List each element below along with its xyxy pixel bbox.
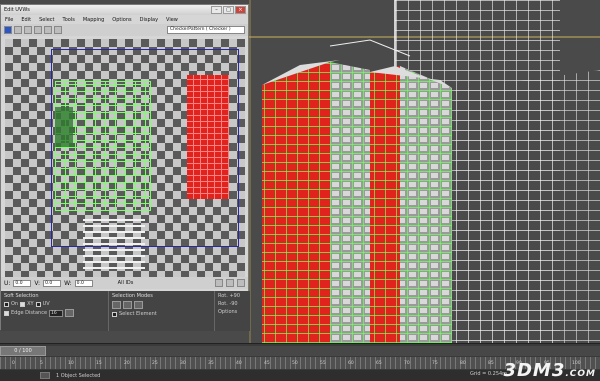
soft-on-label: On (11, 301, 19, 307)
w-label: W: (64, 279, 72, 287)
zoom-icon[interactable] (226, 279, 234, 287)
time-tick-label: 70 (404, 361, 410, 366)
menu-mapping[interactable]: Mapping (83, 17, 104, 23)
close-button[interactable]: × (235, 6, 246, 14)
time-slider-thumb[interactable]: 0 / 100 (0, 346, 46, 356)
time-slider-track[interactable]: 0 / 100 (0, 346, 600, 356)
time-tick-label: 50 (292, 361, 298, 366)
selection-modes-title: Selection Modes (112, 293, 153, 299)
time-tick-label: 85 (488, 361, 494, 366)
selection-modes-panel: Selection Modes Select Element (109, 291, 215, 331)
time-tick-label: 15 (96, 361, 102, 366)
rot-minus-button[interactable]: Rot. -90 (218, 301, 238, 307)
u-label: U: (4, 279, 11, 287)
face-mode-icon[interactable] (134, 301, 143, 309)
menu-display[interactable]: Display (140, 17, 158, 23)
zoom-extents-icon[interactable] (237, 279, 245, 287)
pan-icon[interactable] (215, 279, 223, 287)
time-tick-label: 25 (152, 361, 158, 366)
time-tick-label: 35 (208, 361, 214, 366)
grid-readout: Grid = 0.254m (470, 371, 508, 377)
time-tick-label: 10 (68, 361, 74, 366)
window-title: Edit UVWs (4, 7, 30, 13)
menu-view[interactable]: View (166, 17, 178, 23)
ids-dropdown[interactable]: All IDs (118, 280, 134, 286)
time-tick-label: 55 (320, 361, 326, 366)
time-tick-label: 20 (124, 361, 130, 366)
uv-view-icon[interactable] (54, 26, 62, 34)
tower-left (262, 60, 370, 343)
edge-distance-label: Edge Distance (11, 310, 48, 316)
menu-options[interactable]: Options (112, 17, 131, 23)
3d-viewport[interactable]: Edit UVWs – □ × File Edit Select Tools M… (0, 0, 600, 343)
uv-options-panels: Soft Selection On XY UV Edge Distance 16 (1, 291, 250, 331)
rot-plus-button[interactable]: Rot. +90 (218, 293, 240, 299)
uv-editor-canvas[interactable] (5, 39, 245, 277)
time-tick-label: 40 (236, 361, 242, 366)
v-field[interactable]: 0.0 (43, 279, 62, 287)
soft-selection-panel: Soft Selection On XY UV Edge Distance 16 (1, 291, 109, 331)
vertex-mode-icon[interactable] (112, 301, 121, 309)
window-titlebar[interactable]: Edit UVWs – □ × (1, 5, 248, 15)
minimize-button[interactable]: – (211, 6, 222, 14)
time-tick-label: 65 (376, 361, 382, 366)
falloff-icon[interactable] (65, 309, 75, 317)
xy-radio[interactable] (20, 301, 26, 307)
select-element-checkbox[interactable] (112, 311, 117, 317)
time-tick-label: 60 (348, 361, 354, 366)
move-icon[interactable] (4, 26, 12, 34)
v-label: V: (34, 279, 41, 287)
time-tick-label: 0 (12, 361, 15, 366)
freeform-icon[interactable] (34, 26, 42, 34)
xy-label: XY (27, 301, 34, 307)
uv-toolbar: CheckerPattern ( Checker ) (1, 24, 248, 36)
menu-edit[interactable]: Edit (21, 17, 31, 23)
soft-on-checkbox[interactable] (4, 301, 9, 307)
soft-selection-title: Soft Selection (4, 293, 39, 299)
uv-shell-red[interactable] (187, 75, 229, 199)
time-tick-label: 45 (264, 361, 270, 366)
selection-status: 1 Object Selected (56, 372, 101, 379)
maxscript-icon[interactable] (40, 372, 50, 379)
menu-file[interactable]: File (5, 17, 13, 23)
uv-radio[interactable] (35, 301, 41, 307)
uv-label: UV (42, 301, 50, 307)
timeline: 0 / 100 0 5 10 15 20 25 30 35 40 45 50 55 60 65 70 75 80… (0, 343, 600, 381)
texture-dropdown[interactable]: CheckerPattern ( Checker ) (167, 26, 245, 34)
watermark-logo: 3DM3.COM (503, 360, 596, 381)
rotation-panel: Rot. +90 Rot. -90 Options (215, 291, 250, 331)
tower-right (370, 66, 452, 343)
edge-mode-icon[interactable] (123, 301, 132, 309)
u-field[interactable]: 0.0 (13, 279, 32, 287)
rotate-icon[interactable] (14, 26, 22, 34)
time-tick-label: 5 (40, 361, 43, 366)
options-button[interactable]: Options (218, 309, 237, 315)
select-element-label: Select Element (119, 311, 157, 317)
mirror-icon[interactable] (44, 26, 52, 34)
uv-coord-bar: U: 0.0 V: 0.0 W: 0.0 All IDs (1, 277, 248, 289)
uv-shell-white[interactable] (83, 217, 145, 273)
edge-distance-checkbox[interactable] (4, 310, 9, 316)
edit-uvws-window[interactable]: Edit UVWs – □ × File Edit Select Tools M… (0, 4, 250, 331)
scale-icon[interactable] (24, 26, 32, 34)
time-tick-label: 30 (180, 361, 186, 366)
maximize-button[interactable]: □ (223, 6, 234, 14)
menu-tools[interactable]: Tools (63, 17, 75, 23)
w-field[interactable]: 0.0 (74, 279, 93, 287)
uv-shell-dark-green[interactable] (55, 107, 73, 147)
time-tick-label: 80 (460, 361, 466, 366)
menu-select[interactable]: Select (39, 17, 54, 23)
time-tick-label: 75 (432, 361, 438, 366)
edge-distance-field[interactable]: 16 (49, 309, 64, 317)
menu-bar: File Edit Select Tools Mapping Options D… (1, 15, 248, 24)
